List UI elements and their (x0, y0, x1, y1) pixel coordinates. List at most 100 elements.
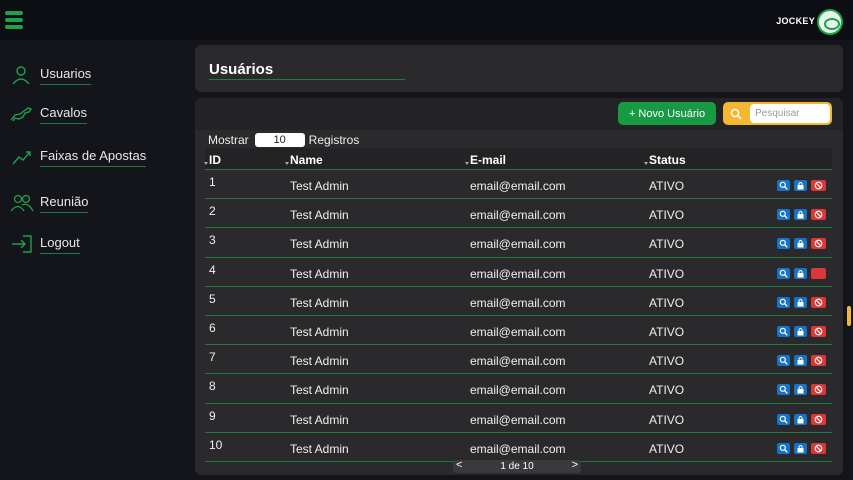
cell-id: 5 (209, 291, 216, 306)
cell-status: ATIVO (649, 179, 685, 193)
sidebar-item-faixas[interactable]: Faixas de Apostas (10, 147, 147, 167)
search-box (723, 102, 832, 125)
cell-status: ATIVO (649, 266, 685, 281)
cell-status: ATIVO (649, 383, 685, 398)
block-icon[interactable] (811, 296, 826, 308)
block-icon[interactable] (811, 413, 826, 425)
lock-icon[interactable] (794, 413, 807, 425)
lock-icon[interactable] (794, 442, 807, 454)
column-header-status[interactable]: Status (644, 153, 686, 167)
cell-name: Test Admin (290, 208, 349, 223)
lock-icon[interactable] (794, 384, 807, 396)
view-icon[interactable] (777, 325, 790, 337)
row-actions (777, 296, 826, 308)
lock-icon[interactable] (794, 325, 807, 337)
view-icon[interactable] (777, 180, 790, 191)
records-label: Registros (308, 133, 360, 147)
lock-icon[interactable] (794, 209, 807, 221)
cell-id: 3 (209, 233, 216, 248)
block-icon[interactable] (811, 325, 826, 337)
logout-icon (10, 234, 34, 254)
cell-email: email@email.com (470, 354, 566, 369)
row-actions (777, 267, 826, 279)
column-header-id[interactable]: ID (204, 153, 221, 167)
table-row: 10 Test Admin email@email.com ATIVO (205, 433, 832, 462)
cell-email: email@email.com (470, 412, 566, 427)
table-row: 7 Test Admin email@email.com ATIVO (205, 345, 832, 375)
lock-icon[interactable] (794, 238, 807, 250)
cell-name: Test Admin (290, 179, 349, 193)
cell-email: email@email.com (470, 208, 566, 223)
cell-status: ATIVO (649, 208, 685, 223)
cell-status: ATIVO (649, 441, 685, 456)
column-header-email[interactable]: E-mail (465, 153, 506, 167)
brand-name: JOCKEY (776, 16, 815, 26)
cell-id: 6 (209, 320, 216, 335)
view-icon[interactable] (777, 442, 790, 454)
table-row: 8 Test Admin email@email.com ATIVO (205, 374, 832, 404)
block-icon[interactable] (811, 442, 826, 454)
sidebar-item-reuniao[interactable]: Reunião (10, 193, 89, 213)
sidebar-item-usuarios[interactable]: Usuarios (10, 65, 92, 85)
scrollbar-handle[interactable] (847, 306, 851, 326)
sidebar-item-logout[interactable]: Logout (10, 234, 80, 254)
table-body: 1 Test Admin email@email.com ATIVO 2 Test Adm… (205, 170, 832, 462)
cell-status: ATIVO (649, 237, 685, 252)
new-user-button[interactable]: + Novo Usuário (618, 102, 716, 125)
cell-status: ATIVO (649, 295, 685, 310)
sidebar-item-label: Usuarios (40, 66, 92, 85)
lock-icon[interactable] (794, 180, 807, 191)
cell-name: Test Admin (290, 295, 349, 310)
cell-email: email@email.com (470, 324, 566, 339)
cell-email: email@email.com (470, 237, 566, 252)
view-icon[interactable] (777, 355, 790, 367)
view-icon[interactable] (777, 238, 790, 250)
view-icon[interactable] (777, 296, 790, 308)
cell-id: 4 (209, 262, 216, 277)
pagination: < 1 de 10 > (453, 459, 581, 473)
block-icon[interactable] (811, 355, 826, 367)
block-icon[interactable] (811, 180, 826, 191)
hamburger-menu-icon[interactable] (5, 11, 23, 31)
row-actions (777, 413, 826, 425)
lock-icon[interactable] (794, 296, 807, 308)
cell-email: email@email.com (470, 295, 566, 310)
table-toolbar: + Novo Usuário (195, 98, 843, 130)
block-icon[interactable] (811, 238, 826, 250)
cell-name: Test Admin (290, 324, 349, 339)
show-label: Mostrar (208, 133, 249, 147)
cell-email: email@email.com (470, 266, 566, 281)
cell-id: 1 (209, 175, 216, 189)
page-size-select[interactable]: 10 (254, 133, 305, 147)
next-page-button[interactable]: > (572, 459, 578, 471)
search-input[interactable] (750, 104, 830, 123)
view-icon[interactable] (777, 413, 790, 425)
sidebar-item-cavalos[interactable]: Cavalos (10, 104, 87, 124)
sidebar-item-label: Cavalos (40, 105, 87, 124)
view-icon[interactable] (777, 209, 790, 221)
search-icon[interactable] (730, 107, 742, 120)
page-title: Usuários (209, 61, 405, 80)
horse-icon (10, 104, 34, 124)
block-icon[interactable] (811, 384, 826, 396)
view-icon[interactable] (777, 267, 790, 279)
block-icon[interactable] (811, 209, 826, 221)
cell-name: Test Admin (290, 441, 349, 456)
cell-status: ATIVO (649, 354, 685, 369)
cell-id: 8 (209, 379, 216, 394)
page-info: 1 de 10 (500, 461, 534, 472)
lock-icon[interactable] (794, 355, 807, 367)
block-icon[interactable] (811, 267, 826, 279)
cell-name: Test Admin (290, 266, 349, 281)
cell-id: 7 (209, 350, 216, 365)
lock-icon[interactable] (794, 267, 807, 279)
sort-icon (285, 162, 289, 165)
table-row: 5 Test Admin email@email.com ATIVO (205, 287, 832, 316)
group-icon (10, 193, 34, 213)
row-actions (777, 384, 826, 396)
column-header-name[interactable]: Name (285, 153, 323, 167)
top-bar: JOCKEY (0, 0, 853, 40)
view-icon[interactable] (777, 384, 790, 396)
cell-name: Test Admin (290, 383, 349, 398)
sort-icon (644, 162, 648, 165)
